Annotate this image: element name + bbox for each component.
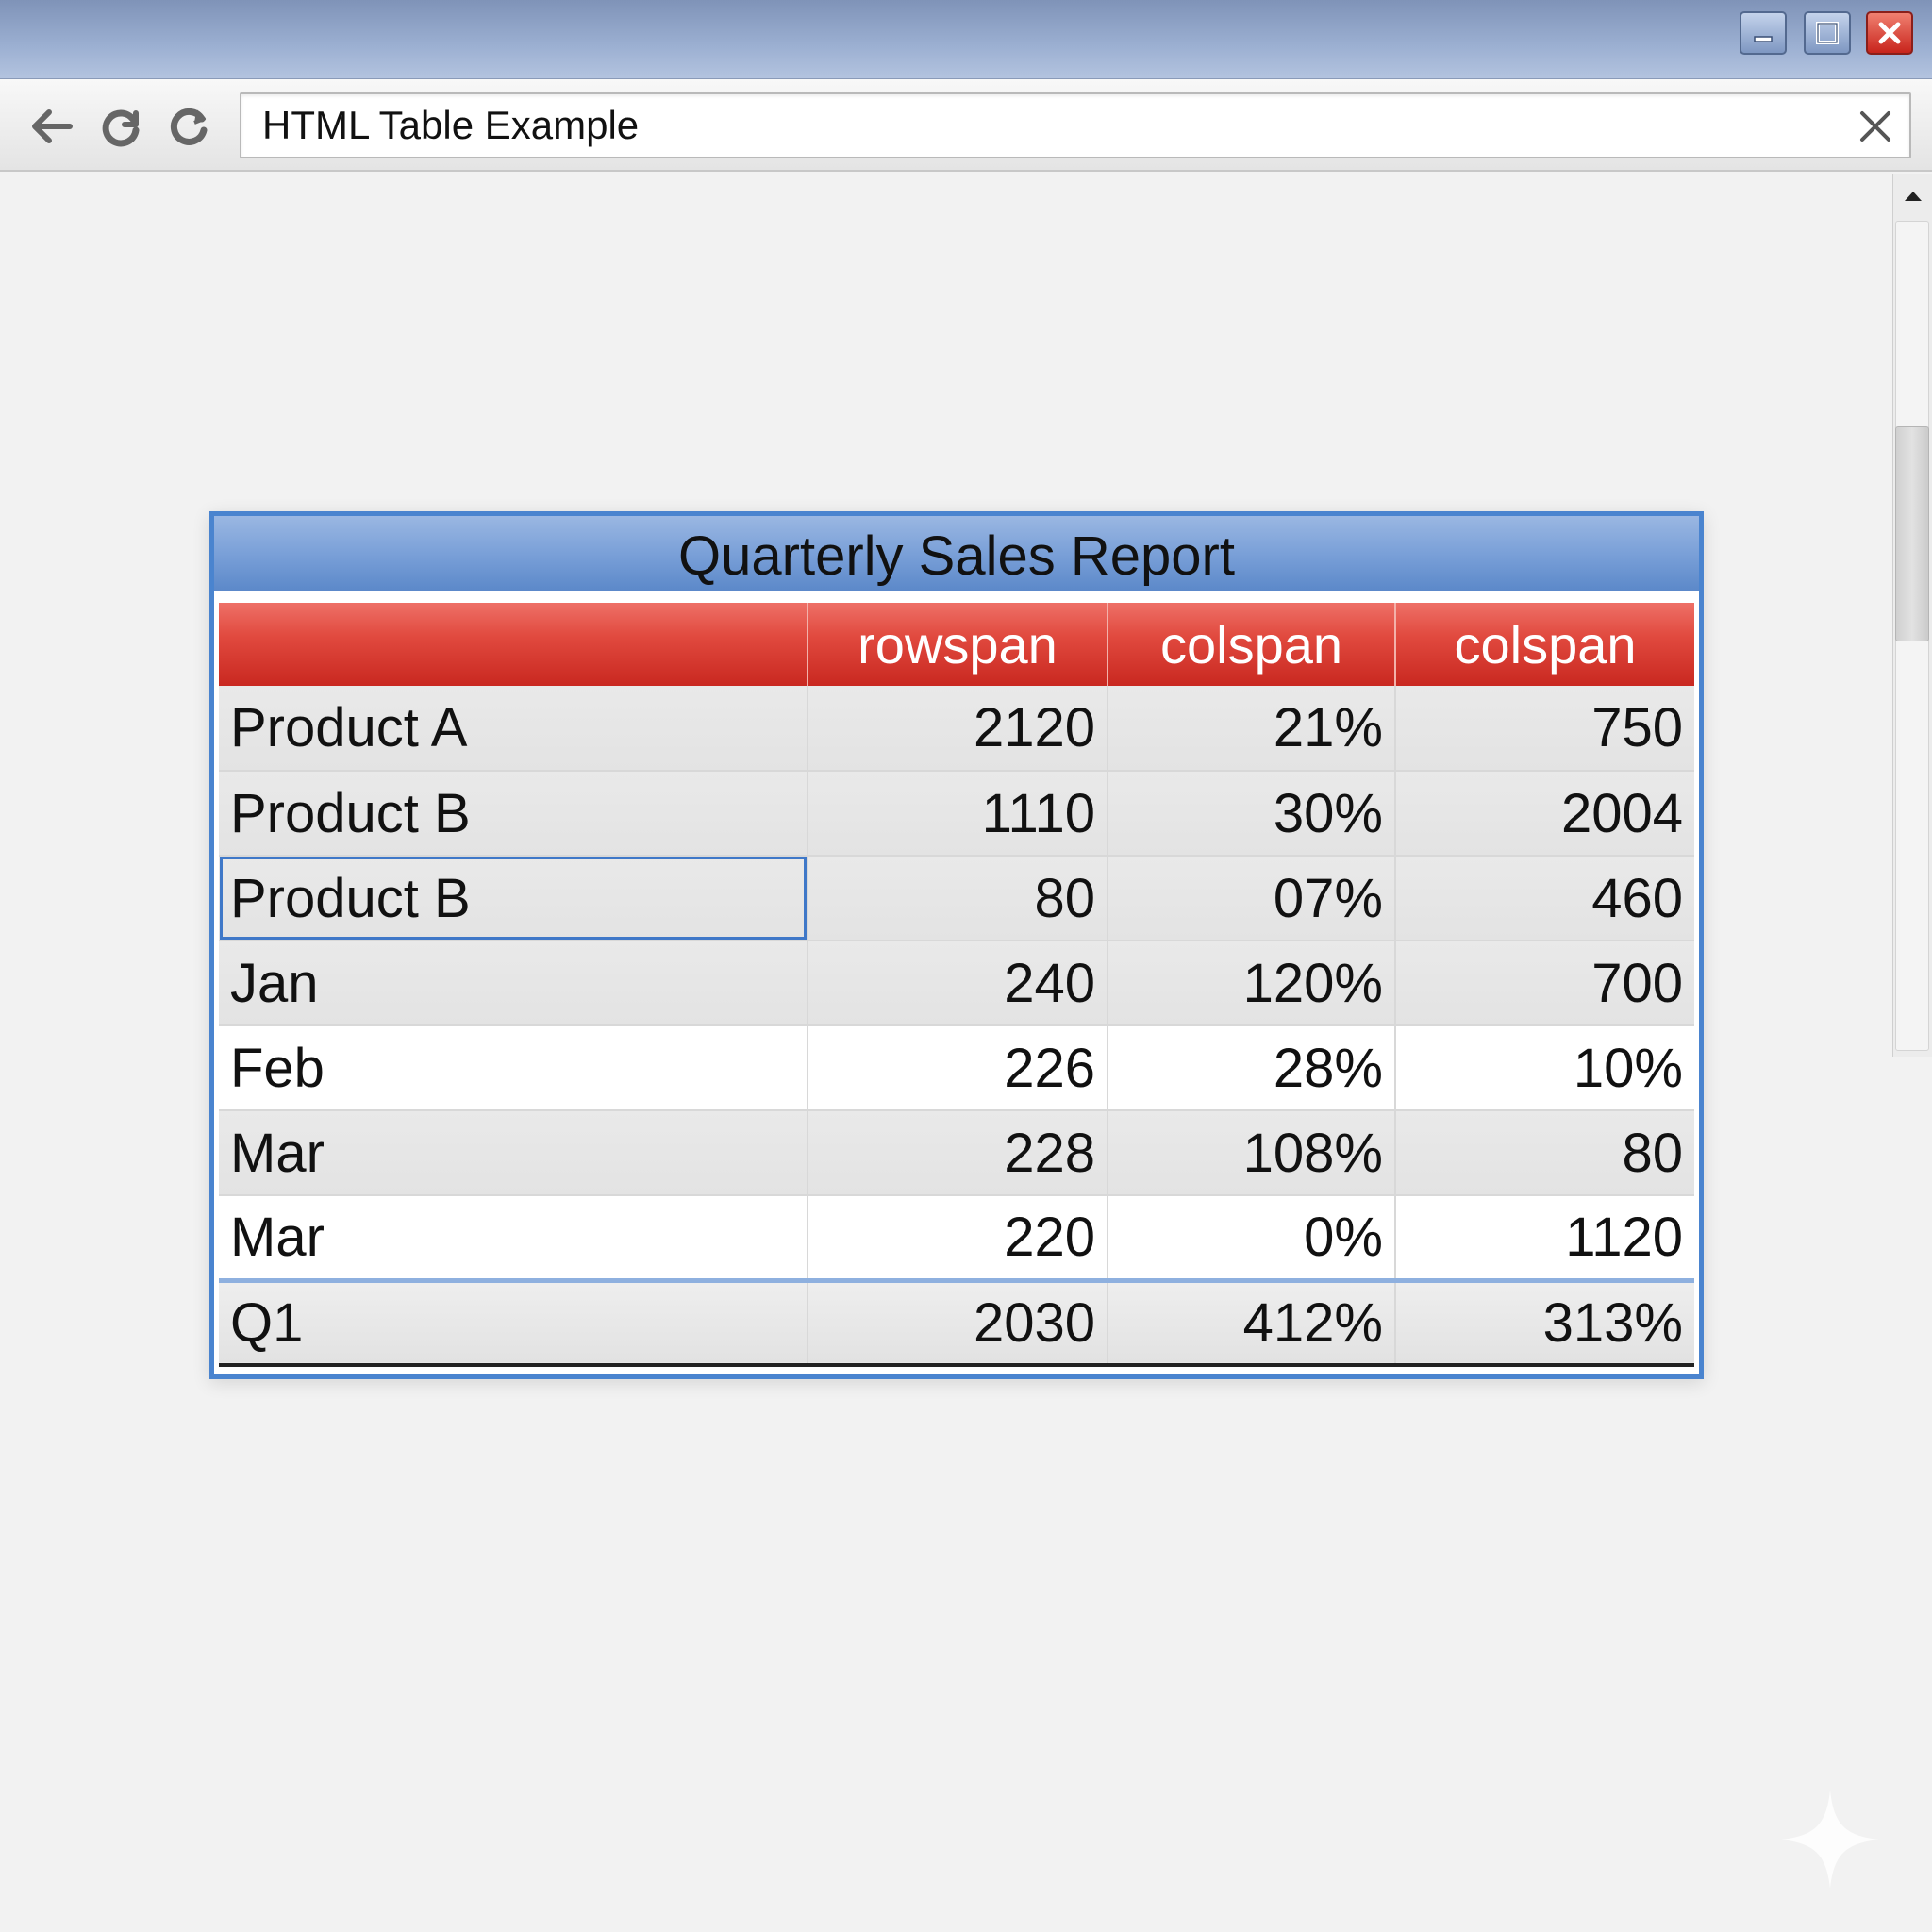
table-cell[interactable]: 240 xyxy=(808,941,1108,1026)
table-cell[interactable]: 226 xyxy=(808,1025,1108,1111)
table-cell[interactable]: 460 xyxy=(1395,856,1694,941)
address-bar[interactable]: HTML Table Example xyxy=(240,92,1911,158)
table-cell[interactable]: 1120 xyxy=(1395,1195,1694,1281)
row-label[interactable]: Mar xyxy=(219,1110,808,1196)
header-cell[interactable] xyxy=(219,603,808,686)
arrow-up-icon xyxy=(1905,192,1922,201)
minimize-icon xyxy=(1754,36,1773,42)
table-row: Product B 1110 30% 2004 xyxy=(219,771,1694,857)
row-label[interactable]: Mar xyxy=(219,1195,808,1281)
table-row: Product A 2120 21% 750 xyxy=(219,686,1694,772)
table-cell[interactable]: 80 xyxy=(808,856,1108,941)
table-row: Mar 220 0% 1120 xyxy=(219,1195,1694,1281)
sales-table: rowspan colspan colspan Product A 2120 2… xyxy=(219,603,1694,1367)
header-cell[interactable]: colspan xyxy=(1108,603,1396,686)
table-cell[interactable]: 30% xyxy=(1108,771,1396,857)
address-text: HTML Table Example xyxy=(262,103,640,147)
back-arrow-icon xyxy=(32,109,73,143)
maximize-icon xyxy=(1816,22,1839,44)
table-cell[interactable]: 2004 xyxy=(1395,771,1694,857)
table-cell[interactable]: 0% xyxy=(1108,1195,1396,1281)
close-icon xyxy=(1860,111,1890,142)
table-cell[interactable]: 220 xyxy=(808,1195,1108,1281)
table-cell[interactable]: 10% xyxy=(1395,1025,1694,1111)
minimize-button[interactable] xyxy=(1740,11,1787,55)
table-cell[interactable]: 750 xyxy=(1395,686,1694,772)
browser-toolbar: HTML Table Example xyxy=(0,79,1932,172)
row-label[interactable]: Product B xyxy=(219,771,808,857)
row-label[interactable]: Product A xyxy=(219,686,808,772)
table-row: Jan 240 120% 700 xyxy=(219,941,1694,1026)
table-cell[interactable]: 120% xyxy=(1108,941,1396,1026)
vertical-scrollbar[interactable] xyxy=(1892,174,1932,1057)
refresh-button[interactable] xyxy=(162,100,215,153)
table-cell[interactable]: 1110 xyxy=(808,771,1108,857)
table-cell[interactable]: 108% xyxy=(1108,1110,1396,1196)
reload-button[interactable] xyxy=(94,100,147,153)
table-cell[interactable]: 700 xyxy=(1395,941,1694,1026)
header-cell[interactable]: colspan xyxy=(1395,603,1694,686)
window-titlebar xyxy=(0,0,1932,79)
table-cell[interactable]: 228 xyxy=(808,1110,1108,1196)
close-icon xyxy=(1878,22,1901,44)
table-row: Product B 80 07% 460 xyxy=(219,856,1694,941)
close-button[interactable] xyxy=(1866,11,1913,55)
total-cell[interactable]: 412% xyxy=(1108,1277,1396,1367)
table-cell[interactable]: 80 xyxy=(1395,1110,1694,1196)
address-clear-button[interactable] xyxy=(1855,106,1896,147)
table-row: Feb 226 28% 10% xyxy=(219,1025,1694,1111)
row-label[interactable]: Jan xyxy=(219,941,808,1026)
total-label[interactable]: Q1 xyxy=(219,1277,808,1367)
table-cell[interactable]: 21% xyxy=(1108,686,1396,772)
scroll-thumb[interactable] xyxy=(1895,426,1929,641)
row-label-selected[interactable]: Product B xyxy=(219,856,808,941)
maximize-button[interactable] xyxy=(1804,11,1851,55)
table-cell[interactable]: 07% xyxy=(1108,856,1396,941)
sales-table-container: Quarterly Sales Report rowspan colspan c… xyxy=(209,511,1704,1379)
reload-icon xyxy=(102,109,140,147)
header-cell[interactable]: rowspan xyxy=(808,603,1108,686)
row-label[interactable]: Feb xyxy=(219,1025,808,1111)
table-cell[interactable]: 2120 xyxy=(808,686,1108,772)
table-cell[interactable]: 28% xyxy=(1108,1025,1396,1111)
back-button[interactable] xyxy=(25,100,77,153)
total-cell[interactable]: 2030 xyxy=(808,1277,1108,1367)
reload-icon xyxy=(170,108,208,145)
sparkle-icon xyxy=(1781,1790,1879,1889)
total-row: Q1 2030 412% 313% xyxy=(219,1277,1694,1367)
table-row: Mar 228 108% 80 xyxy=(219,1110,1694,1196)
table-caption: Quarterly Sales Report xyxy=(214,516,1699,597)
total-cell[interactable]: 313% xyxy=(1395,1277,1694,1367)
scroll-up-button[interactable] xyxy=(1893,174,1932,219)
header-row: rowspan colspan colspan xyxy=(219,603,1694,686)
